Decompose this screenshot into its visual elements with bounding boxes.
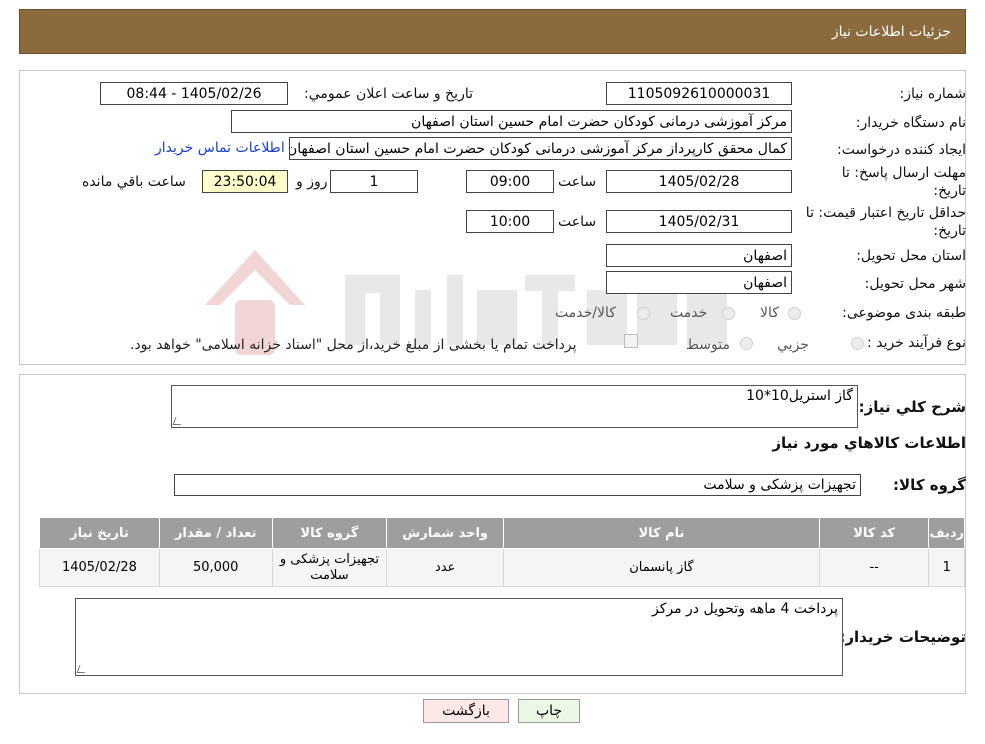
group-label: گروه کالا:: [893, 476, 966, 494]
buyer-notes-label: توضیحات خریدار:: [839, 628, 966, 646]
process-label: نوع فرآیند خرید :: [867, 335, 966, 351]
process-option-small: جزیي: [777, 337, 809, 353]
announce-field: 1405/02/26 - 08:44: [100, 82, 288, 105]
category-radio-service[interactable]: [722, 307, 735, 320]
cell-unit: عدد: [386, 548, 504, 587]
validity-time-label: ساعت: [558, 214, 597, 230]
category-option-goods: کالا: [760, 305, 779, 321]
validity-date-field: 1405/02/31: [606, 210, 792, 233]
creator-field: کمال محقق کارپرداز مرکز آموزشی درمانی کو…: [289, 137, 792, 160]
resize-handle-icon[interactable]: [172, 417, 184, 425]
col-header-item-group: گروه كالا: [271, 517, 388, 549]
need-number-label: شماره نیاز:: [899, 86, 967, 102]
col-header-need-date: تاريخ نياز: [39, 517, 160, 549]
process-note: پرداخت تمام یا بخشی از مبلغ خرید،از محل …: [130, 337, 577, 353]
cell-quantity: 50,000: [158, 548, 273, 587]
days-label: روز و: [296, 174, 328, 190]
description-text: گاز استریل10*10: [746, 388, 853, 404]
group-field: تجهیزات پزشکی و سلامت: [174, 474, 861, 496]
announce-label: تاریخ و ساعت اعلان عمومي:: [304, 86, 473, 102]
buyer-notes-text: پرداخت 4 ماهه وتحویل در مرکز: [651, 601, 838, 617]
cell-need-date: 1405/02/28: [39, 548, 160, 587]
remaining-time-field: 23:50:04: [202, 170, 288, 193]
city-label: شهر محل تحویل:: [864, 276, 966, 292]
col-header-item-name: نام كالا: [503, 517, 820, 549]
cell-item-name: گاز پانسمان: [503, 548, 820, 587]
table-header-row: رديف كد كالا نام كالا واحد شمارش گروه كا…: [39, 517, 965, 549]
treasury-checkbox[interactable]: [624, 334, 638, 348]
days-field: 1: [330, 170, 418, 193]
deadline-date-field: 1405/02/28: [606, 170, 792, 193]
creator-label: ایجاد کننده درخواست:: [837, 142, 966, 158]
table-row[interactable]: 1 -- گاز پانسمان عدد تجهیزات پزشکی و سلا…: [39, 548, 965, 587]
category-radio-goods-service[interactable]: [637, 307, 650, 320]
buyer-notes-field: پرداخت 4 ماهه وتحویل در مرکز: [75, 598, 843, 676]
process-radio-medium[interactable]: [740, 337, 753, 350]
buyer-contact-link[interactable]: اطلاعات تماس خریدار: [155, 140, 285, 156]
deadline-time-field: 09:00: [466, 170, 554, 193]
items-table: رديف كد كالا نام كالا واحد شمارش گروه كا…: [39, 517, 965, 587]
col-header-quantity: تعداد / مقدار: [158, 517, 273, 549]
col-header-item-code: كد كالا: [818, 517, 930, 549]
province-field: اصفهان: [606, 244, 792, 267]
category-label: طبقه بندی موضوعی:: [842, 305, 966, 321]
buyer-org-label: نام دستگاه خریدار:: [855, 115, 966, 131]
buyer-org-field: مرکز آموزشی درمانی کودکان حضرت امام حسین…: [231, 110, 792, 133]
resize-handle-icon[interactable]: [76, 665, 88, 673]
process-option-medium: متوسط: [686, 337, 730, 353]
deadline-label: مهلت ارسال پاسخ: تا: [841, 165, 966, 181]
process-radio-small[interactable]: [851, 337, 864, 350]
cell-item-code: --: [818, 548, 930, 587]
description-field: گاز استریل10*10: [171, 385, 858, 428]
deadline-time-label: ساعت: [558, 174, 597, 190]
deadline-label-date: تاریخ:: [933, 183, 966, 199]
remaining-time-label: ساعت باقي مانده: [82, 174, 186, 190]
validity-label-date: تاریخ:: [933, 223, 966, 239]
col-header-row-number: رديف: [928, 517, 965, 549]
page-title: جزئیات اطلاعات نیاز: [831, 23, 951, 40]
validity-time-field: 10:00: [466, 210, 554, 233]
province-label: استان محل تحویل:: [856, 248, 966, 264]
need-number-field: 1105092610000031: [606, 82, 792, 105]
category-option-goods-service: کالا/خدمت: [555, 305, 616, 321]
cell-row-number: 1: [928, 548, 965, 587]
city-field: اصفهان: [606, 271, 792, 294]
page-header: جزئیات اطلاعات نیاز: [19, 9, 966, 54]
cell-item-group: تجهیزات پزشکی و سلامت: [271, 548, 388, 587]
category-option-service: خدمت: [670, 305, 708, 321]
items-section-title: اطلاعات كالاهاي مورد نياز: [772, 434, 966, 452]
col-header-unit: واحد شمارش: [386, 517, 504, 549]
validity-label: حداقل تاریخ اعتبار قیمت: تا: [805, 205, 966, 221]
category-radio-goods[interactable]: [788, 307, 801, 320]
back-button[interactable]: بازگشت: [423, 699, 509, 723]
print-button[interactable]: چاپ: [518, 699, 580, 723]
description-label: شرح كلي نياز:: [858, 398, 966, 416]
